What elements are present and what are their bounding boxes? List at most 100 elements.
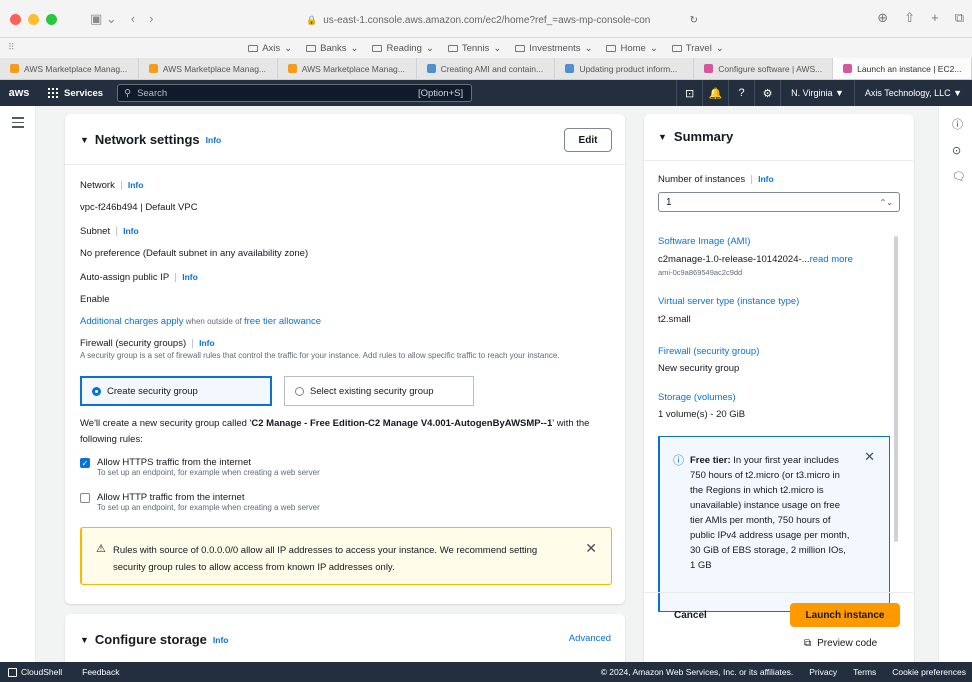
minimize-window-button[interactable] xyxy=(28,14,39,25)
caret-down-icon: ▼ xyxy=(658,131,667,142)
reload-icon[interactable]: ↻ xyxy=(690,15,698,26)
allow-http-checkbox[interactable]: Allow HTTP traffic from the internet To … xyxy=(80,492,320,512)
info-link[interactable]: Info xyxy=(182,272,198,282)
menu-icon[interactable] xyxy=(12,117,24,131)
summary-scrollbar[interactable] xyxy=(894,236,898,542)
search-input[interactable]: ⚲ Search [Option+S] xyxy=(117,84,473,102)
cloudshell-icon[interactable]: ⊡ xyxy=(676,80,702,106)
ec2-favicon-icon xyxy=(843,64,853,73)
cancel-button[interactable]: Cancel xyxy=(674,610,707,621)
folder-icon xyxy=(671,44,682,52)
info-link[interactable]: Info xyxy=(758,174,774,184)
storage-header[interactable]: ▼ Configure storage Info xyxy=(80,632,228,647)
close-window-button[interactable] xyxy=(10,14,21,25)
apps-grid-icon[interactable]: ⠿ xyxy=(8,42,15,53)
checkbox-checked-icon: ✓ xyxy=(80,458,90,468)
info-link[interactable]: Info xyxy=(206,135,222,145)
free-tier-link[interactable]: free tier allowance xyxy=(244,316,321,327)
browser-tab[interactable]: AWS Marketplace Manag... xyxy=(0,58,139,79)
divider xyxy=(644,592,914,593)
sidebar-toggle-icon[interactable]: ▣ ⌄ xyxy=(90,11,117,27)
cookie-preferences-link[interactable]: Cookie preferences xyxy=(892,667,966,677)
caret-down-icon: ▼ xyxy=(80,634,89,645)
bookmark-folder[interactable]: Axis ⌄ xyxy=(248,43,292,54)
address-bar[interactable]: 🔒 us-east-1.console.aws.amazon.com/ec2/h… xyxy=(298,9,698,31)
bookmark-folder[interactable]: Tennis ⌄ xyxy=(447,43,501,54)
open-access-warning: ⚠ Rules with source of 0.0.0.0/0 allow a… xyxy=(80,527,612,585)
folder-icon xyxy=(372,44,383,52)
preview-code-button[interactable]: ⧉ Preview code xyxy=(804,638,877,649)
allow-https-checkbox[interactable]: ✓ Allow HTTPS traffic from the internet … xyxy=(80,457,320,477)
close-icon[interactable]: ✕ xyxy=(585,540,597,557)
share-icon[interactable]: ⇧ xyxy=(904,10,915,26)
browser-tab[interactable]: Updating product inform... xyxy=(555,58,695,79)
bookmark-folder[interactable]: Reading ⌄ xyxy=(372,43,434,54)
browser-tab[interactable]: AWS Marketplace Manag... xyxy=(278,58,417,79)
divider xyxy=(644,160,914,161)
forward-icon[interactable]: › xyxy=(149,11,153,27)
browser-tab[interactable]: AWS Marketplace Manag... xyxy=(139,58,278,79)
checkbox-unchecked-icon xyxy=(80,493,90,503)
info-link[interactable]: Info xyxy=(128,180,144,190)
edit-button[interactable]: Edit xyxy=(564,128,612,152)
summary-header[interactable]: ▼ Summary xyxy=(658,129,733,144)
info-link[interactable]: Info xyxy=(199,338,215,348)
download-icon[interactable]: ⊕ xyxy=(877,10,888,26)
charges-note: Additional charges apply when outside of… xyxy=(80,316,322,327)
storage-summary-label[interactable]: Storage (volumes) xyxy=(658,392,736,403)
network-settings-panel: ▼ Network settings Info Edit Network Info… xyxy=(65,114,625,604)
read-more-link[interactable]: read more xyxy=(810,254,853,265)
tab-overview-icon[interactable]: ⧉ xyxy=(955,10,964,26)
aws-favicon-icon xyxy=(704,64,714,73)
copyright-text: © 2024, Amazon Web Services, Inc. or its… xyxy=(600,667,794,677)
ami-value: c2manage-1.0-release-10142024-...read mo… xyxy=(658,254,853,265)
ami-label[interactable]: Software Image (AMI) xyxy=(658,236,750,247)
network-settings-header[interactable]: ▼ Network settings Info xyxy=(80,132,221,147)
status-icon[interactable]: ⊙ xyxy=(952,144,961,157)
terms-link[interactable]: Terms xyxy=(853,667,876,677)
bookmark-folder[interactable]: Investments ⌄ xyxy=(515,43,592,54)
account-menu[interactable]: Axis Technology, LLC ▼ xyxy=(853,80,972,106)
marketplace-favicon-icon xyxy=(287,64,297,73)
help-icon[interactable]: ? xyxy=(728,80,754,106)
bookmark-folder[interactable]: Banks ⌄ xyxy=(306,43,358,54)
firewall-label: Firewall (security groups) Info xyxy=(80,338,215,349)
lock-icon: 🔒 xyxy=(306,14,318,25)
browser-tab-active[interactable]: Launch an instance | EC2... xyxy=(833,58,972,79)
new-tab-icon[interactable]: + xyxy=(931,10,939,26)
folder-icon xyxy=(606,44,617,52)
aws-logo[interactable]: aws xyxy=(0,87,38,99)
charges-link[interactable]: Additional charges apply xyxy=(80,316,184,327)
maximize-window-button[interactable] xyxy=(46,14,57,25)
back-icon[interactable]: ‹ xyxy=(131,11,135,27)
bell-icon[interactable]: 🔔 xyxy=(702,80,728,106)
launch-instance-button[interactable]: Launch instance xyxy=(790,603,900,627)
bookmark-folder[interactable]: Home ⌄ xyxy=(606,43,658,54)
region-selector[interactable]: N. Virginia ▼ xyxy=(780,80,854,106)
instances-select[interactable]: 1 ⌃⌄ xyxy=(658,192,900,212)
browser-tab[interactable]: Creating AMI and contain... xyxy=(417,58,556,79)
create-security-group-option[interactable]: Create security group xyxy=(80,376,272,406)
configure-storage-panel: ▼ Configure storage Info Advanced xyxy=(65,614,625,662)
gear-icon[interactable]: ⚙ xyxy=(754,80,780,106)
firewall-summary-label[interactable]: Firewall (security group) xyxy=(658,346,759,357)
advanced-link[interactable]: Advanced xyxy=(569,633,611,644)
window-controls xyxy=(10,14,57,25)
services-menu[interactable]: Services xyxy=(38,88,113,99)
feedback-link[interactable]: Feedback xyxy=(82,667,119,677)
browser-tab[interactable]: Configure software | AWS...× xyxy=(694,58,834,79)
bookmark-folder[interactable]: Travel ⌄ xyxy=(671,43,724,54)
instance-type-value: t2.small xyxy=(658,314,691,325)
browser-actions: ⊕ ⇧ + ⧉ xyxy=(877,10,964,26)
cloudshell-button[interactable]: CloudShell xyxy=(0,667,62,677)
privacy-link[interactable]: Privacy xyxy=(809,667,837,677)
select-existing-security-group-option[interactable]: Select existing security group xyxy=(284,376,474,406)
chat-icon[interactable]: 🗨 xyxy=(952,170,966,183)
info-link[interactable]: Info xyxy=(213,635,229,645)
instance-type-label[interactable]: Virtual server type (instance type) xyxy=(658,296,799,307)
close-icon[interactable]: ✕ xyxy=(864,449,875,465)
firewall-summary-value: New security group xyxy=(658,363,740,374)
info-link[interactable]: Info xyxy=(123,226,139,236)
browser-toolbar: ▣ ⌄ ‹ › 🔒 us-east-1.console.aws.amazon.c… xyxy=(0,0,972,38)
info-circle-icon[interactable]: ⓘ xyxy=(952,116,963,132)
